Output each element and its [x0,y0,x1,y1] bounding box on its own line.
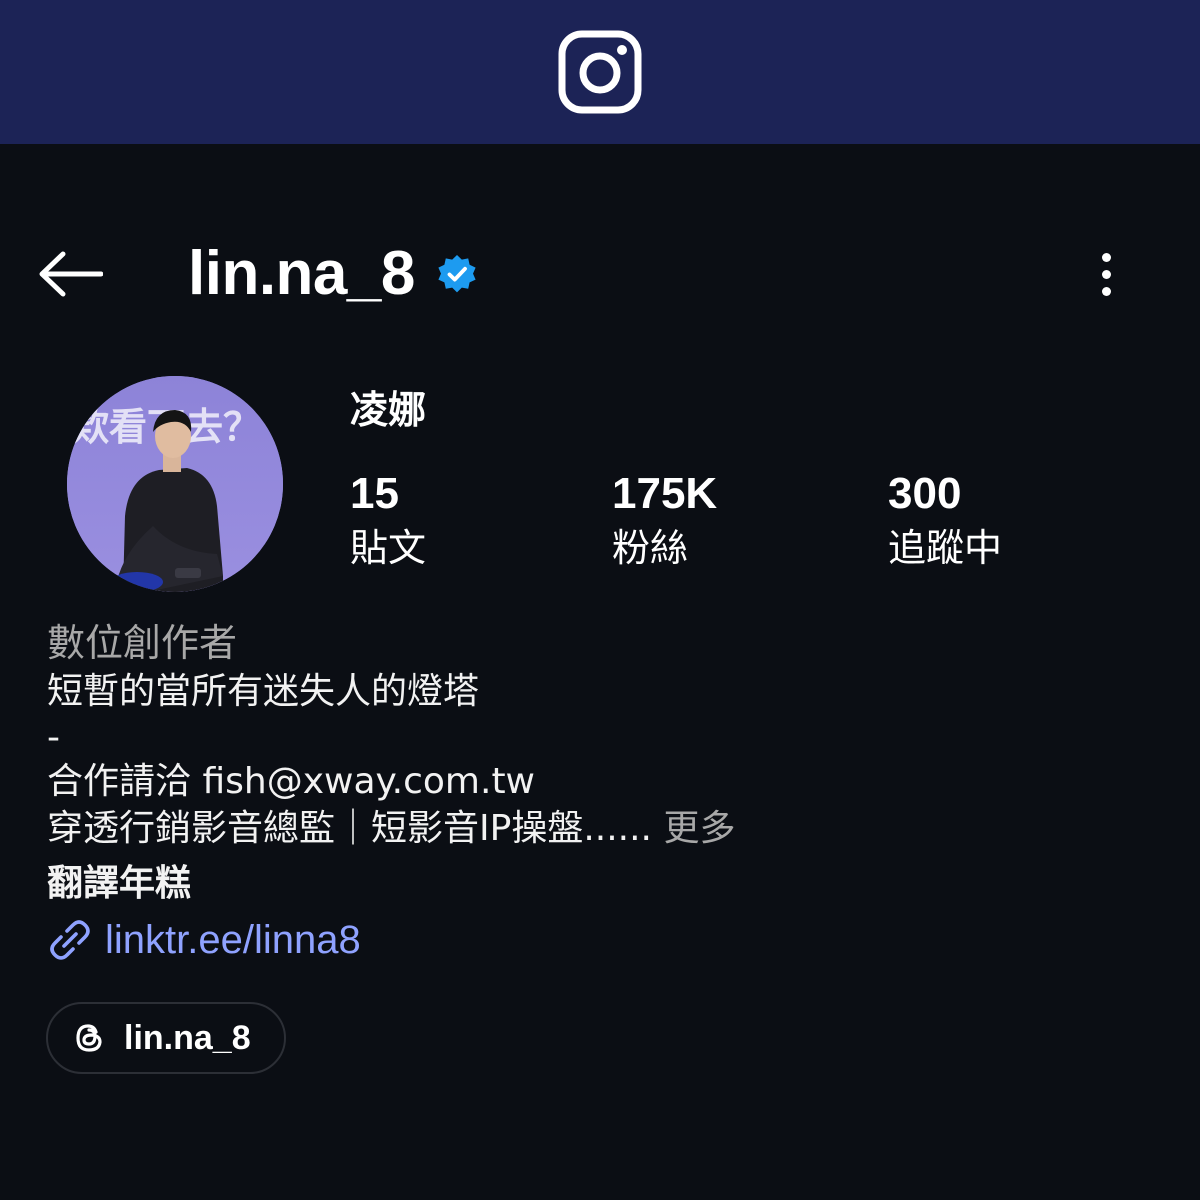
followers-count-label: 粉絲 [612,526,689,571]
followers-count[interactable]: 175K 粉絲 [612,469,718,571]
bio-contact-email[interactable]: 合作請洽 fish@xway.com.tw [47,759,1147,806]
more-vertical-icon-dot [1101,252,1111,262]
more-vertical-icon-dot [1101,269,1111,279]
following-count-label: 追蹤中 [888,526,1003,571]
following-count-value: 300 [888,469,962,518]
threads-handle: lin.na_8 [124,1018,251,1057]
instagram-header-banner [0,0,1200,144]
profile-bio: 數位創作者 短暫的當所有迷失人的燈塔 - 合作請洽 fish@xway.com.… [47,618,1147,964]
more-vertical-icon-dot [1101,286,1111,296]
posts-count-label: 貼文 [350,526,427,571]
external-link[interactable]: linktr.ee/linna8 [47,916,1147,964]
bio-role-line: 穿透行銷影音總監｜短影音IP操盤...... 更多 [47,806,1147,853]
threads-icon [76,1024,102,1052]
verified-badge-icon [438,255,476,293]
bio-role: 穿透行銷影音總監｜短影音IP操盤...... [47,808,652,850]
external-link-text: linktr.ee/linna8 [105,917,361,962]
avatar-photo: 欸看下去？ [67,376,283,592]
display-name: 凌娜 [350,388,427,432]
followers-count-value: 175K [612,469,718,518]
bio-more-link[interactable]: 更多 [652,808,735,849]
back-button[interactable] [34,244,106,304]
bio-line: 短暫的當所有迷失人的燈塔 [47,671,480,713]
bio-divider: - [47,717,60,759]
account-category: 數位創作者 [47,621,238,665]
arrow-left-icon [39,251,103,297]
posts-count[interactable]: 15 貼文 [350,469,427,571]
profile-avatar[interactable]: 欸看下去？ [67,376,283,592]
threads-profile-chip[interactable]: lin.na_8 [46,1002,286,1074]
more-options-button[interactable] [1084,242,1128,306]
profile-page: lin.na_8 欸看下去？ [0,144,1200,1200]
username-heading: lin.na_8 [188,238,477,310]
bio-bold-name[interactable]: 翻譯年糕 [47,861,1147,908]
username: lin.na_8 [188,239,415,308]
link-icon [50,919,90,960]
following-count[interactable]: 300 追蹤中 [888,469,1003,571]
posts-count-value: 15 [350,469,399,518]
instagram-logo-icon [558,30,642,114]
profile-top-bar: lin.na_8 [0,234,1200,314]
